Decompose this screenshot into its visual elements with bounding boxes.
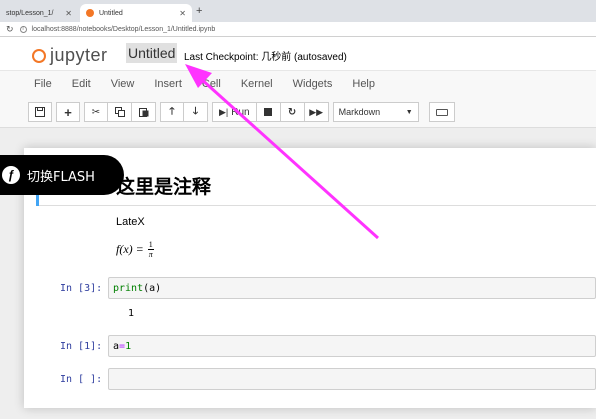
scissors-icon: ✂ [91,106,101,118]
formula-denominator: π [148,250,153,259]
keyboard-icon [435,108,448,116]
browser-tab-untitled[interactable]: Untitled ✕ [80,4,192,22]
move-down-button[interactable]: 🡓 [184,102,208,122]
chevron-down-icon: ▼ [405,108,413,116]
menubar: File Edit View Insert Cell Kernel Widget… [24,71,385,97]
arrow-up-icon: 🡑 [169,105,175,117]
interrupt-button[interactable] [256,102,281,122]
code-token: 1 [125,340,132,352]
new-tab-button[interactable]: + [196,5,202,17]
paste-button[interactable] [132,102,156,122]
stop-icon [264,108,273,116]
cell-prompt: In [ ]: [60,374,103,385]
latex-formula: f(x) = 1 π [116,240,154,259]
run-label: Run [231,106,250,118]
cell-type-value: Markdown [338,107,381,117]
menu-kernel[interactable]: Kernel [231,78,283,90]
menu-widgets[interactable]: Widgets [283,78,343,90]
url-field[interactable]: localhost:8888/notebooks/Desktop/Lesson_… [32,26,216,33]
menu-insert[interactable]: Insert [144,78,192,90]
formula-fraction: 1 π [147,240,154,259]
menu-help[interactable]: Help [342,78,385,90]
toolbar: + ✂ 🡑 🡓 ▶| Run ↻ ▶▶ Markdown ▼ [28,101,455,123]
tab-title: stop/Lesson_1/ [6,9,54,17]
paste-icon [138,108,148,117]
copy-button[interactable] [108,102,132,122]
code-token: (a) [143,282,162,294]
formula-numerator: 1 [147,240,154,250]
menu-file[interactable]: File [24,78,62,90]
plus-icon: + [64,104,72,120]
jupyter-logo-icon [32,48,46,63]
command-palette-button[interactable] [428,102,455,122]
heading-text: 这里是注释 [116,176,212,198]
cell-output: 1 [128,308,135,319]
cut-button[interactable]: ✂ [84,102,108,122]
notebook-header: jupyter Untitled Last Checkpoint: 几秒前 (a… [0,37,596,70]
close-icon[interactable]: ✕ [179,9,186,18]
flash-icon: ƒ [2,166,20,184]
logo-text: jupyter [50,45,108,65]
info-icon[interactable]: i [19,25,27,33]
code-token: print [113,282,144,294]
tab-title: Untitled [99,9,123,17]
browser-tab-bar: stop/Lesson_1/ ✕ Untitled ✕ + [0,0,596,22]
switch-flash-button[interactable]: ƒ 切换FLASH [0,155,124,195]
insert-cell-button[interactable]: + [56,102,80,122]
code-cell-input[interactable]: a = 1 [108,335,596,357]
restart-icon: ↻ [287,106,297,118]
cell-prompt: In [1]: [60,341,103,352]
copy-icon [114,107,125,117]
close-icon[interactable]: ✕ [65,9,72,18]
save-button[interactable] [28,102,52,122]
markdown-latex-label: LateX [116,216,145,228]
jupyter-logo[interactable]: jupyter [32,45,108,66]
restart-button[interactable]: ↻ [280,102,305,122]
formula-lhs: f(x) = [116,242,144,256]
reload-icon[interactable]: ↻ [6,24,14,35]
menu-view[interactable]: View [101,78,145,90]
move-up-button[interactable]: 🡑 [160,102,184,122]
step-forward-icon: ▶| [219,106,229,117]
restart-run-all-button[interactable]: ▶▶ [304,102,329,122]
browser-tab-lesson[interactable]: stop/Lesson_1/ ✕ [0,4,78,22]
jupyter-favicon-icon [86,9,94,17]
address-bar: ↻ i localhost:8888/notebooks/Desktop/Les… [0,22,596,37]
menu-toolbar-area: File Edit View Insert Cell Kernel Widget… [0,70,596,128]
code-cell-input-empty[interactable] [108,368,596,390]
cell-prompt: In [3]: [60,283,103,294]
run-button[interactable]: ▶| Run [212,102,257,122]
save-icon [35,107,45,117]
menu-cell[interactable]: Cell [192,78,231,90]
code-cell-input[interactable]: print (a) [108,277,596,299]
arrow-down-icon: 🡓 [192,105,199,117]
cell-type-select[interactable]: Markdown ▼ [332,102,419,122]
notebook-name[interactable]: Untitled [126,43,178,63]
checkpoint-status: Last Checkpoint: 几秒前 (autosaved) [184,52,347,63]
flash-label: 切换FLASH [27,169,95,185]
fast-forward-icon: ▶▶ [309,106,324,117]
menu-edit[interactable]: Edit [62,78,101,90]
